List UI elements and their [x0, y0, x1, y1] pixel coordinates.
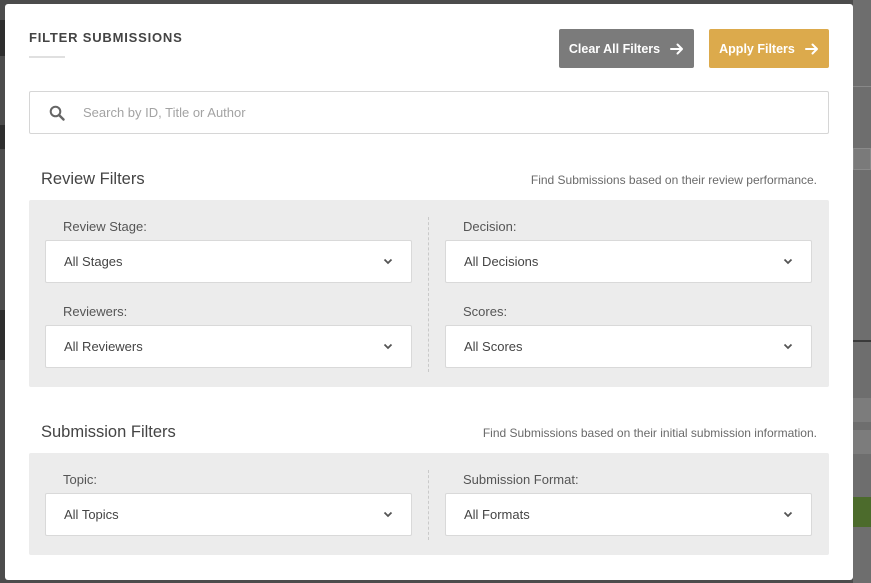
- clear-all-filters-button[interactable]: Clear All Filters: [559, 29, 694, 68]
- submission-filters-title: Submission Filters: [41, 423, 176, 441]
- topic-select[interactable]: All Topics: [45, 493, 412, 536]
- decision-value: All Decisions: [464, 254, 539, 269]
- topic-label: Topic:: [63, 472, 97, 487]
- reviewers-label: Reviewers:: [63, 304, 128, 319]
- reviewers-value: All Reviewers: [64, 339, 143, 354]
- arrow-right-icon: [670, 43, 684, 54]
- background-divider: [853, 86, 871, 87]
- chevron-down-icon: [383, 343, 393, 350]
- background-row: [853, 430, 871, 454]
- decision-label: Decision:: [463, 219, 517, 234]
- scores-value: All Scores: [464, 339, 523, 354]
- modal-title: FILTER SUBMISSIONS: [29, 30, 183, 45]
- search-input[interactable]: [83, 105, 783, 120]
- topic-value: All Topics: [64, 507, 119, 522]
- submission-format-value: All Formats: [464, 507, 530, 522]
- submission-filters-description: Find Submissions based on their initial …: [482, 426, 817, 440]
- reviewers-select[interactable]: All Reviewers: [45, 325, 412, 368]
- scores-select[interactable]: All Scores: [445, 325, 812, 368]
- filter-submissions-modal: FILTER SUBMISSIONS Clear All Filters App…: [5, 4, 853, 580]
- chevron-down-icon: [383, 258, 393, 265]
- review-stage-value: All Stages: [64, 254, 123, 269]
- chevron-down-icon: [383, 511, 393, 518]
- background-row: [853, 398, 871, 422]
- decision-select[interactable]: All Decisions: [445, 240, 812, 283]
- background-right-edge: [853, 0, 871, 583]
- review-stage-label: Review Stage:: [63, 219, 147, 234]
- panel-divider: [428, 217, 429, 372]
- review-filters-panel: Review Stage: All Stages Decision: All D…: [29, 200, 829, 387]
- scores-label: Scores:: [463, 304, 508, 319]
- apply-filters-button[interactable]: Apply Filters: [709, 29, 829, 68]
- clear-all-filters-label: Clear All Filters: [568, 41, 661, 56]
- submission-filters-panel: Topic: All Topics Submission Format: All…: [29, 453, 829, 555]
- search-icon: [49, 105, 65, 121]
- background-divider: [853, 340, 871, 342]
- chevron-down-icon: [783, 511, 793, 518]
- arrow-right-icon: [804, 43, 818, 54]
- title-underline: [29, 56, 65, 58]
- review-stage-select[interactable]: All Stages: [45, 240, 412, 283]
- panel-divider: [428, 470, 429, 540]
- submission-format-select[interactable]: All Formats: [445, 493, 812, 536]
- submission-format-label: Submission Format:: [463, 472, 579, 487]
- background-field: [853, 148, 871, 170]
- review-filters-title: Review Filters: [41, 170, 145, 188]
- review-filters-description: Find Submissions based on their review p…: [530, 173, 817, 187]
- background-green-button: [853, 497, 871, 527]
- chevron-down-icon: [783, 343, 793, 350]
- search-box[interactable]: [29, 91, 829, 134]
- apply-filters-label: Apply Filters: [719, 41, 795, 56]
- chevron-down-icon: [783, 258, 793, 265]
